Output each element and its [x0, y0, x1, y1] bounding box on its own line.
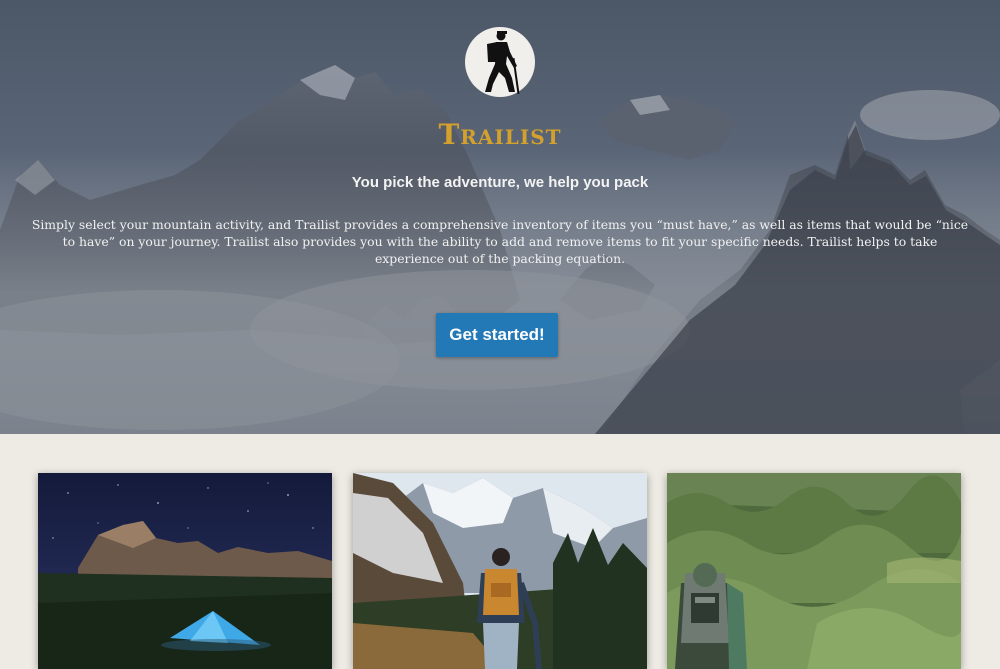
hiker-icon [485, 31, 520, 94]
activity-card-hiking[interactable] [353, 473, 647, 669]
hero-description: Simply select your mountain activity, an… [31, 217, 969, 266]
brand-title: Trailist [438, 118, 562, 151]
hero-section: Trailist You pick the adventure, we help… [0, 0, 1000, 434]
activity-card-backpacking[interactable] [667, 473, 961, 669]
hero-tagline: You pick the adventure, we help you pack [351, 174, 649, 191]
get-started-button[interactable]: Get started! [436, 313, 558, 357]
activity-card-camping[interactable] [38, 473, 332, 669]
night-camping-tent-image [38, 473, 332, 669]
hiker-snowy-mountains-image [353, 473, 647, 669]
logo-badge[interactable] [465, 27, 535, 97]
backpacker-green-hills-image [667, 473, 961, 669]
